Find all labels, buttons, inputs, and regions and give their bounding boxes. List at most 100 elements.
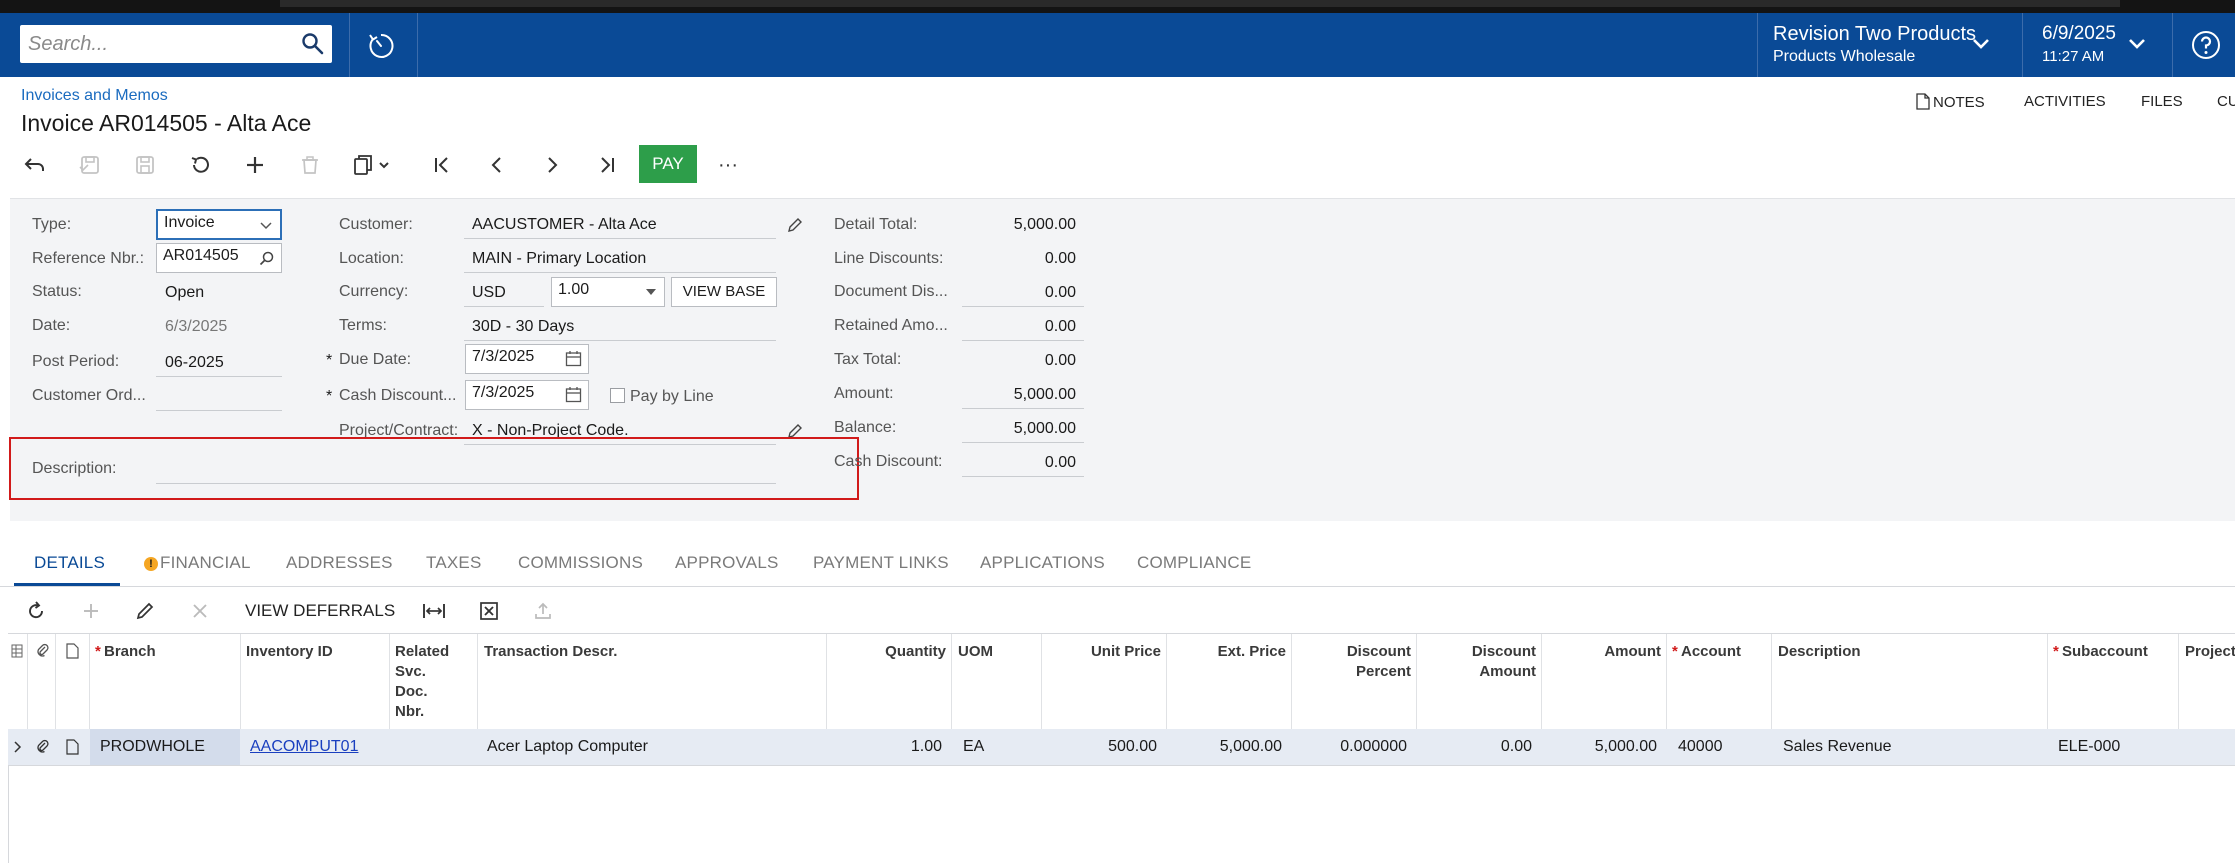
col-unit-price[interactable]: Unit Price <box>1041 642 1161 662</box>
search-icon[interactable] <box>259 250 275 266</box>
search-input[interactable] <box>28 31 288 57</box>
company-selector[interactable]: Revision Two Products Products Wholesale <box>1773 23 1976 66</box>
cell-unit-price[interactable]: 500.00 <box>1041 738 1157 756</box>
grid-settings-icon[interactable] <box>11 644 23 663</box>
last-record-icon[interactable] <box>592 150 622 180</box>
cell-subaccount[interactable]: ELE-000 <box>2058 738 2120 756</box>
tab-applications[interactable]: APPLICATIONS <box>980 553 1105 573</box>
save-close-icon[interactable] <box>75 150 105 180</box>
cell-inventory-id[interactable]: AACOMPUT01 <box>250 738 358 756</box>
first-record-icon[interactable] <box>427 150 457 180</box>
upload-icon[interactable] <box>530 598 556 624</box>
cell-transaction-descr[interactable]: Acer Laptop Computer <box>487 738 648 756</box>
more-actions-icon[interactable]: ··· <box>713 150 743 180</box>
terms-label: Terms: <box>339 317 387 334</box>
activities-button[interactable]: ACTIVITIES <box>2024 93 2106 110</box>
col-quantity[interactable]: Quantity <box>826 642 946 662</box>
cell-amount[interactable]: 5,000.00 <box>1541 738 1657 756</box>
back-icon[interactable] <box>20 150 50 180</box>
table-row[interactable]: PRODWHOLE AACOMPUT01 Acer Laptop Compute… <box>8 729 2235 766</box>
tab-approvals[interactable]: APPROVALS <box>675 553 779 573</box>
breadcrumb[interactable]: Invoices and Memos <box>21 87 168 105</box>
col-uom[interactable]: UOM <box>958 642 993 662</box>
customer-value[interactable]: AACUSTOMER - Alta Ace <box>472 216 657 234</box>
calendar-icon[interactable] <box>565 386 582 403</box>
chevron-right-icon[interactable] <box>14 740 22 758</box>
type-select[interactable]: Invoice <box>156 209 282 240</box>
col-amount[interactable]: Amount <box>1541 642 1661 662</box>
cash-discount-value[interactable]: 0.00 <box>991 454 1076 472</box>
copy-paste-icon[interactable] <box>350 150 398 180</box>
col-account[interactable]: Account <box>1681 642 1741 662</box>
view-base-button[interactable]: VIEW BASE <box>671 277 777 307</box>
view-deferrals-button[interactable]: VIEW DEFERRALS <box>245 601 395 621</box>
col-discount-amount[interactable]: Discount Amount <box>1416 642 1536 682</box>
col-inventory-id[interactable]: Inventory ID <box>246 642 333 662</box>
cell-discount-percent[interactable]: 0.000000 <box>1291 738 1407 756</box>
tab-financial[interactable]: FINANCIAL <box>160 553 251 573</box>
location-value[interactable]: MAIN - Primary Location <box>472 250 646 268</box>
col-discount-percent[interactable]: Discount Percent <box>1291 642 1411 682</box>
cell-branch[interactable]: PRODWHOLE <box>100 738 205 756</box>
currency-rate-select[interactable]: 1.00 <box>551 277 665 307</box>
status-value: Open <box>165 284 205 301</box>
delete-icon[interactable] <box>295 150 325 180</box>
col-transaction-descr[interactable]: Transaction Descr. <box>484 642 617 662</box>
required-marker: * <box>95 643 101 660</box>
tab-commissions[interactable]: COMMISSIONS <box>518 553 643 573</box>
help-icon[interactable] <box>2191 30 2221 60</box>
pay-by-line-checkbox[interactable] <box>610 388 625 403</box>
fit-to-screen-icon[interactable] <box>421 598 447 624</box>
chevron-down-icon[interactable] <box>1972 37 1990 56</box>
delete-row-icon[interactable] <box>187 598 213 624</box>
tab-addresses[interactable]: ADDRESSES <box>286 553 393 573</box>
next-record-icon[interactable] <box>537 150 567 180</box>
undo-icon[interactable] <box>185 150 215 180</box>
files-button[interactable]: FILES <box>2141 93 2183 110</box>
cell-ext-price[interactable]: 5,000.00 <box>1166 738 1282 756</box>
tab-details[interactable]: DETAILS <box>34 553 105 573</box>
col-branch[interactable]: Branch <box>104 642 156 662</box>
customization-button[interactable]: CU <box>2217 93 2235 110</box>
business-date-selector[interactable]: 6/9/2025 11:27 AM <box>2042 23 2116 65</box>
edit-icon[interactable] <box>132 598 158 624</box>
export-excel-icon[interactable] <box>476 598 502 624</box>
refresh-icon[interactable] <box>23 598 49 624</box>
currency-value[interactable]: USD <box>472 284 506 302</box>
col-description[interactable]: Description <box>1778 642 1861 662</box>
notes-button[interactable]: NOTES <box>1916 93 1985 111</box>
cell-quantity[interactable]: 1.00 <box>826 738 942 756</box>
save-icon[interactable] <box>130 150 160 180</box>
tab-payment-links[interactable]: PAYMENT LINKS <box>813 553 949 573</box>
edit-icon[interactable] <box>786 216 804 234</box>
terms-value[interactable]: 30D - 30 Days <box>472 318 574 336</box>
post-period-value[interactable]: 06-2025 <box>165 354 224 372</box>
type-label: Type: <box>32 216 72 233</box>
col-ext-price[interactable]: Ext. Price <box>1166 642 1286 662</box>
cash-discount-date-field[interactable]: 7/3/2025 <box>465 380 589 410</box>
tab-taxes[interactable]: TAXES <box>426 553 481 573</box>
calendar-icon[interactable] <box>565 350 582 367</box>
cell-description[interactable]: Sales Revenue <box>1783 738 1892 756</box>
paperclip-icon[interactable] <box>36 739 50 760</box>
col-related-svc-doc-nbr[interactable]: Related Svc. Doc. Nbr. <box>395 642 449 722</box>
add-row-icon[interactable] <box>78 598 104 624</box>
cell-uom[interactable]: EA <box>963 738 984 756</box>
document-icon[interactable] <box>66 739 79 760</box>
chevron-down-icon[interactable] <box>2128 37 2146 56</box>
pay-button[interactable]: PAY <box>639 145 697 183</box>
cell-account[interactable]: 40000 <box>1678 738 1723 756</box>
due-date-field[interactable]: 7/3/2025 <box>465 344 589 374</box>
tab-compliance[interactable]: COMPLIANCE <box>1137 553 1251 573</box>
search-icon[interactable] <box>300 31 326 57</box>
document-discount-value[interactable]: 0.00 <box>991 284 1076 302</box>
col-subaccount[interactable]: Subaccount <box>2062 642 2148 662</box>
grid-header: * Branch Inventory ID Related Svc. Doc. … <box>8 633 2235 731</box>
add-icon[interactable] <box>240 150 270 180</box>
reference-nbr-field[interactable]: AR014505 <box>156 243 282 273</box>
previous-record-icon[interactable] <box>482 150 512 180</box>
history-icon[interactable] <box>364 29 398 63</box>
search-box[interactable] <box>20 25 332 63</box>
col-project[interactable]: Project <box>2185 642 2235 662</box>
cell-discount-amount[interactable]: 0.00 <box>1416 738 1532 756</box>
